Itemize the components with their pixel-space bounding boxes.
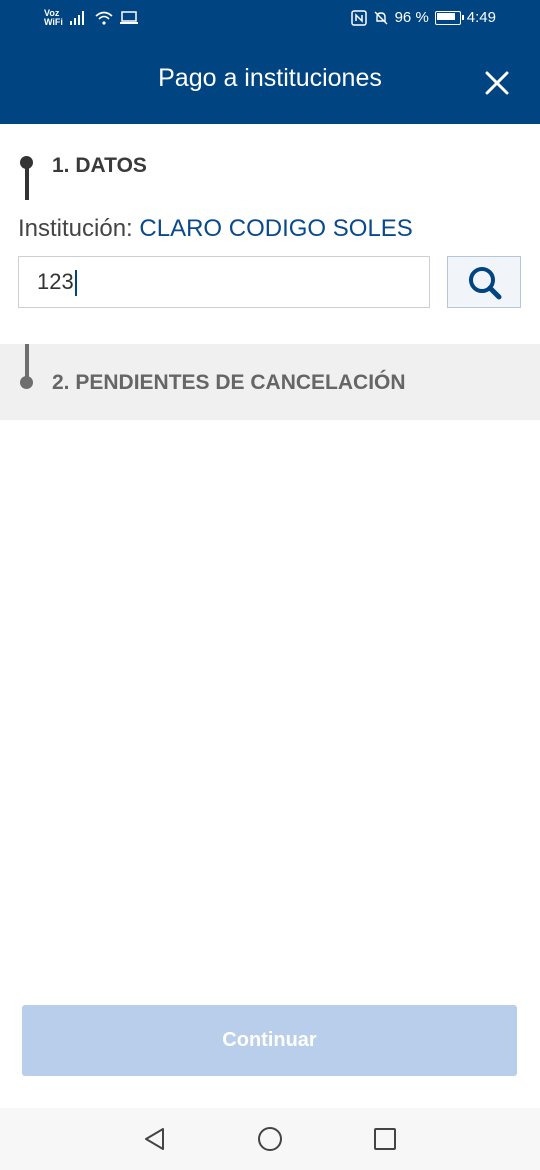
signal-icon (70, 11, 84, 25)
status-left: Voz WiFi (44, 9, 138, 27)
status-bar: Voz WiFi 96 % 4:49 (0, 0, 540, 40)
android-nav-bar (0, 1108, 540, 1170)
status-time: 4:49 (466, 9, 496, 26)
institution-line: Institución: CLARO CODIGO SOLES (18, 215, 413, 243)
app-header: Voz WiFi 96 % 4:49 Pago a instituciones (0, 0, 540, 124)
institution-label: Institución: (18, 215, 133, 242)
step-pendientes-section[interactable]: 2. PENDIENTES DE CANCELACIÓN (0, 344, 540, 420)
status-right: 96 % 4:49 (350, 9, 496, 26)
page-title: Pago a instituciones (158, 64, 382, 92)
wifi-label: WiFi (44, 17, 63, 27)
nfc-icon (350, 9, 367, 26)
close-icon[interactable] (484, 70, 510, 96)
recents-square-icon[interactable] (372, 1126, 398, 1152)
voz-wifi-indicator: Voz WiFi (44, 9, 64, 27)
step-datos-section: 1. DATOS Institución: CLARO CODIGO SOLES… (0, 124, 540, 344)
text-caret (74, 270, 77, 297)
search-icon (469, 267, 502, 300)
back-triangle-icon[interactable] (142, 1126, 168, 1152)
wifi-icon (95, 11, 113, 25)
battery-icon (434, 10, 464, 25)
institution-value: CLARO CODIGO SOLES (139, 215, 413, 242)
home-circle-icon[interactable] (257, 1126, 283, 1152)
step2-title: 2. PENDIENTES DE CANCELACIÓN (52, 371, 406, 394)
step1-line (25, 162, 29, 200)
laptop-icon (120, 11, 138, 24)
step2-line (25, 344, 29, 378)
continue-button[interactable]: Continuar (22, 1005, 517, 1076)
battery-percent: 96 % (394, 9, 429, 26)
mute-bell-icon (374, 11, 388, 24)
code-input[interactable]: 123 (18, 256, 430, 308)
step1-title: 1. DATOS (52, 154, 147, 177)
code-input-value: 123 (37, 269, 74, 294)
search-button[interactable] (447, 256, 521, 308)
step2-marker-icon (20, 376, 33, 389)
